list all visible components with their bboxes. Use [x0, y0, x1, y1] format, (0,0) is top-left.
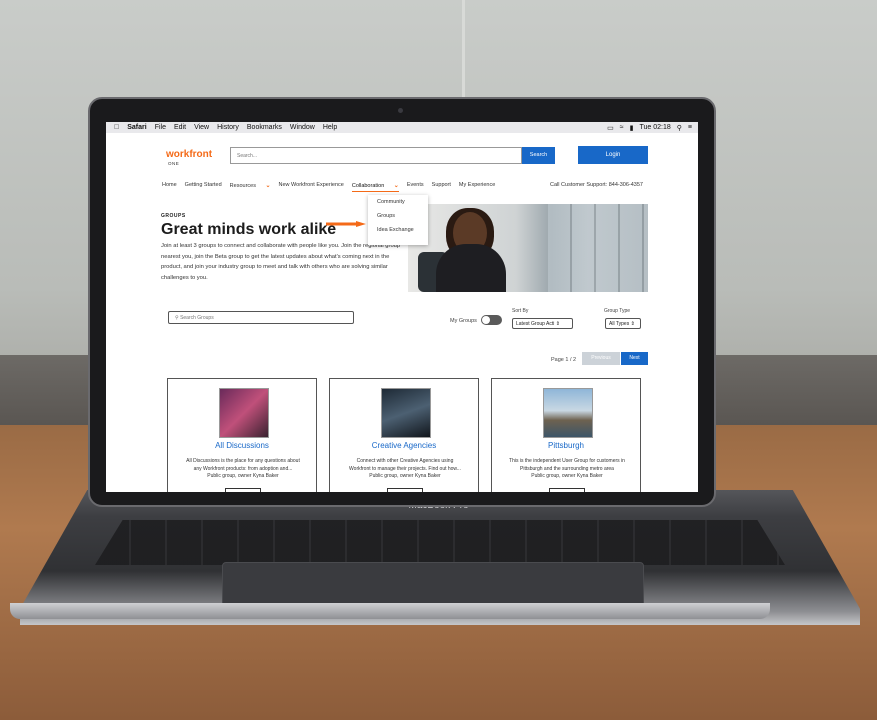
nav-getting-started[interactable]: Getting Started — [185, 182, 222, 192]
group-title[interactable]: All Discussions — [168, 441, 316, 450]
login-button[interactable]: Login — [578, 146, 648, 164]
group-description: This is the independent User Group for c… — [498, 458, 636, 481]
sort-by-label: Sort By — [512, 308, 529, 314]
dropdown-item-community[interactable]: Community — [368, 195, 428, 209]
dropdown-item-groups[interactable]: Groups — [368, 209, 428, 223]
group-description-line: This is the independent User Group for c… — [509, 458, 625, 464]
group-description: Connect with other Creative Agencies usi… — [336, 458, 474, 481]
group-title[interactable]: Pittsburgh — [492, 441, 640, 450]
customer-support-link[interactable]: Call Customer Support: 844-306-4357 — [550, 182, 643, 188]
join-button[interactable] — [225, 488, 261, 492]
nav-resources-label: Resources — [229, 183, 256, 189]
search-button[interactable]: Search — [522, 147, 555, 164]
menubar-clock[interactable]: Tue 02:18 — [640, 124, 671, 131]
wifi-icon[interactable]: ≈ — [620, 124, 624, 131]
nav-collaboration[interactable]: Collaboration ⌄ — [351, 182, 399, 192]
battery-icon[interactable]: ▮ — [630, 124, 634, 132]
nav-events[interactable]: Events — [407, 182, 424, 192]
group-card-pittsburgh[interactable]: Pittsburgh This is the independent User … — [491, 378, 641, 492]
my-groups-toggle[interactable] — [481, 315, 502, 325]
group-owner: Public group, owner Kyna Baker — [369, 473, 441, 479]
nav-home[interactable]: Home — [162, 182, 177, 192]
select-arrows-icon: ⇕ — [555, 321, 560, 327]
menu-help[interactable]: Help — [323, 124, 337, 131]
menu-file[interactable]: File — [155, 124, 166, 131]
group-type-select[interactable]: All Types ⇕ — [605, 318, 641, 329]
group-type-label: Group Type — [604, 308, 631, 314]
hero-body — [436, 244, 506, 292]
chevron-down-icon: ⌄ — [393, 183, 399, 189]
group-card-creative-agencies[interactable]: Creative Agencies Connect with other Cre… — [329, 378, 479, 492]
group-card-all-discussions[interactable]: All Discussions All Discussions is the p… — [167, 378, 317, 492]
menubar-status: ▭ ≈ ▮ Tue 02:18 ⚲ ≡ — [601, 122, 692, 133]
section-eyebrow: GROUPS — [161, 213, 186, 219]
control-center-icon[interactable]: ≡ — [688, 124, 692, 131]
group-description-line: All Discussions is the place for any que… — [186, 458, 300, 464]
apple-menu-icon[interactable]:  — [114, 124, 119, 131]
select-arrows-icon: ⇕ — [630, 321, 635, 327]
group-owner: Public group, owner Kyna Baker — [531, 473, 603, 479]
logo-subtitle: ONE — [168, 161, 180, 166]
airplay-icon[interactable]: ▭ — [607, 124, 614, 132]
group-description: All Discussions is the place for any que… — [174, 458, 312, 481]
group-description-line: Connect with other Creative Agencies usi… — [356, 458, 454, 464]
groups-search-input[interactable]: ⚲ Search Groups — [168, 311, 354, 324]
next-button[interactable]: Next — [621, 352, 648, 365]
nav-my-experience[interactable]: My Experience — [459, 182, 495, 192]
main-nav: Home Getting Started Resources ⌄ New Wor… — [162, 182, 503, 192]
nav-collaboration-label: Collaboration — [351, 183, 385, 189]
camera-icon — [398, 108, 403, 113]
workfront-logo[interactable]: workfront — [166, 149, 212, 160]
nav-resources[interactable]: Resources ⌄ — [230, 182, 271, 192]
group-thumbnail — [219, 388, 269, 438]
groups-search-placeholder: Search Groups — [180, 315, 214, 321]
group-thumbnail — [381, 388, 431, 438]
laptop-screen:  Safari File Edit View History Bookmark… — [106, 122, 698, 492]
search-icon: ⚲ — [175, 315, 179, 321]
menu-bookmarks[interactable]: Bookmarks — [247, 124, 282, 131]
pointer-arrow-icon — [326, 221, 366, 227]
laptop-trackpad — [222, 562, 644, 609]
group-type-value: All Types — [609, 321, 630, 327]
wall-seam — [462, 0, 465, 100]
chevron-down-icon: ⌄ — [265, 183, 271, 189]
hero-window — [548, 204, 648, 292]
sort-by-select[interactable]: Latest Group Acti ⇕ — [512, 318, 573, 329]
group-thumbnail — [543, 388, 593, 438]
spotlight-icon[interactable]: ⚲ — [677, 124, 682, 132]
dropdown-item-idea-exchange[interactable]: Idea Exchange — [368, 223, 428, 237]
previous-button[interactable]: Previous — [582, 352, 620, 365]
group-description-line: any Workfront products: from adoption an… — [193, 465, 293, 472]
group-owner: Public group, owner Kyna Baker — [207, 473, 279, 479]
intro-text: Join at least 3 groups to connect and co… — [161, 243, 401, 281]
hero-photo — [408, 204, 648, 292]
my-groups-label: My Groups — [450, 318, 477, 324]
menu-window[interactable]: Window — [290, 124, 315, 131]
join-button[interactable] — [549, 488, 585, 492]
group-description-line: Pittsburgh and the surrounding metro are… — [520, 465, 614, 472]
sort-by-value: Latest Group Acti — [516, 321, 555, 327]
nav-new-experience[interactable]: New Workfront Experience — [279, 182, 344, 192]
group-title[interactable]: Creative Agencies — [330, 441, 478, 450]
join-button[interactable] — [387, 488, 423, 492]
menu-view[interactable]: View — [194, 124, 209, 131]
page-title: Great minds work alike — [161, 221, 337, 238]
laptop-keyboard — [95, 520, 785, 565]
menu-history[interactable]: History — [217, 124, 239, 131]
nav-support[interactable]: Support — [432, 182, 451, 192]
page-indicator: Page 1 / 2 — [551, 357, 577, 363]
group-description-line: Workfront to manage their projects. Find… — [349, 465, 461, 472]
laptop-front-edge — [10, 603, 770, 619]
menu-edit[interactable]: Edit — [174, 124, 186, 131]
menu-safari[interactable]: Safari — [127, 124, 146, 131]
collaboration-dropdown: Community Groups Idea Exchange — [368, 195, 428, 245]
site-search-input[interactable]: Search... — [230, 147, 522, 164]
